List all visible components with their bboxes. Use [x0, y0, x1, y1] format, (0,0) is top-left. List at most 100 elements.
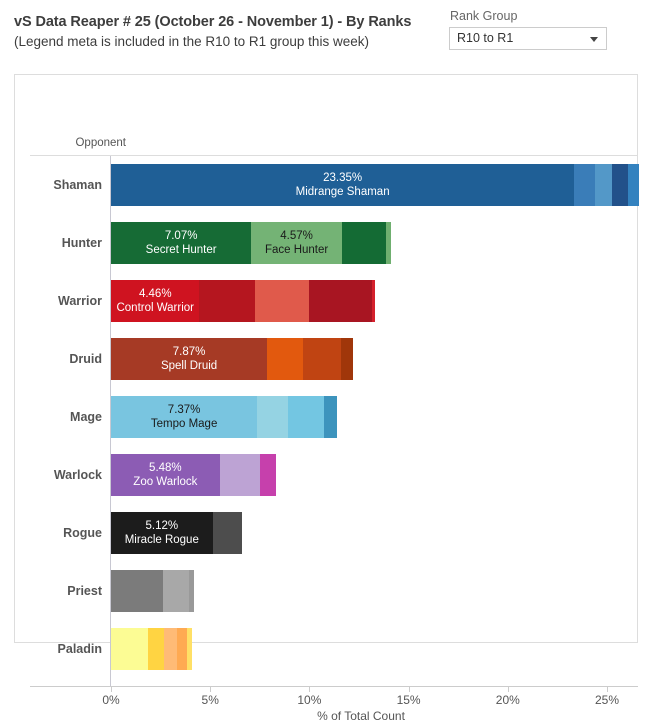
rank-group-label: Rank Group	[450, 9, 518, 23]
stacked-bar: 7.37% Tempo Mage	[111, 396, 338, 438]
row-label-priest: Priest	[67, 584, 102, 598]
x-tick-mark	[210, 687, 212, 692]
bar-segment[interactable]	[287, 396, 324, 438]
segment-percent: 5.48%	[149, 462, 182, 474]
bar-row: Mage 7.37% Tempo Mage	[15, 388, 652, 446]
bar-segment[interactable]	[611, 164, 628, 206]
bar-segment[interactable]	[257, 396, 288, 438]
bar-segment[interactable]	[267, 338, 303, 380]
bar-rows: Shaman 23.35% Midrange Shaman Hunter 7.07% Se…	[15, 156, 652, 678]
segment-name: Tempo Mage	[150, 418, 218, 430]
stacked-bar: 7.87% Spell Druid	[111, 338, 354, 380]
chart-title-block: vS Data Reaper # 25 (October 26 - Novemb…	[14, 12, 494, 51]
x-tick-label: 15%	[396, 693, 421, 707]
segment-percent: 4.46%	[138, 288, 172, 300]
segment-name: Zoo Warlock	[133, 476, 198, 488]
bar-segment[interactable]	[163, 628, 178, 670]
bar-segment[interactable]	[302, 338, 341, 380]
row-label-rogue: Rogue	[63, 526, 102, 540]
bar-segment-secret-hunter[interactable]: 7.07% Secret Hunter	[111, 222, 252, 264]
segment-percent: 4.57%	[280, 230, 313, 242]
row-label-warrior: Warrior	[58, 294, 102, 308]
bar-segment[interactable]	[255, 280, 309, 322]
stacked-bar: 4.46% Control Warrior	[111, 280, 375, 322]
bar-segment[interactable]	[187, 628, 193, 670]
segment-percent: 7.87%	[172, 346, 206, 358]
stacked-bar	[111, 570, 195, 612]
x-axis-title: % of Total Count	[317, 709, 405, 723]
bar-segment-zoo-warlock[interactable]: 5.48% Zoo Warlock	[111, 454, 220, 496]
bar-row: Paladin	[15, 620, 652, 678]
bar-segment[interactable]	[177, 628, 188, 670]
page-title: vS Data Reaper # 25 (October 26 - Novemb…	[14, 14, 412, 30]
stacked-bar: 7.07% Secret Hunter 4.57% Face Hunter	[111, 222, 391, 264]
segment-percent: 5.12%	[145, 520, 179, 532]
bar-segment[interactable]	[212, 512, 242, 554]
bar-row: Priest	[15, 562, 652, 620]
row-label-warlock: Warlock	[53, 468, 102, 482]
chart-app: vS Data Reaper # 25 (October 26 - Novemb…	[0, 0, 652, 723]
bar-segment-face-hunter[interactable]: 4.57% Face Hunter	[251, 222, 342, 264]
x-tick-mark	[607, 687, 608, 692]
bar-segment[interactable]	[341, 222, 386, 264]
segment-percent: 23.35%	[323, 172, 363, 184]
segment-name: Face Hunter	[264, 244, 329, 256]
row-label-druid: Druid	[69, 352, 102, 366]
row-label-hunter: Hunter	[61, 236, 102, 250]
x-axis-ticks: 0% 5% 10% 15% 20% 25%	[15, 687, 652, 711]
bar-segment[interactable]	[308, 280, 373, 322]
bar-segment-control-warrior[interactable]: 4.46% Control Warrior	[111, 280, 200, 322]
bar-segment[interactable]	[147, 628, 164, 670]
bar-segment[interactable]	[219, 454, 261, 496]
bar-segment[interactable]	[372, 280, 375, 322]
segment-label: 4.57% Face Hunter	[251, 229, 342, 257]
x-tick-label: 5%	[201, 693, 219, 707]
segment-label: 5.48% Zoo Warlock	[111, 461, 220, 489]
segment-label: 4.46% Control Warrior	[111, 287, 199, 315]
bar-segment[interactable]	[199, 280, 256, 322]
x-tick-label: 10%	[297, 693, 322, 707]
row-label-shaman: Shaman	[53, 178, 102, 192]
segment-percent: 7.07%	[164, 230, 198, 242]
stacked-bar	[111, 628, 193, 670]
bar-row: Hunter 7.07% Secret Hunter 4.57% Face Hunter	[15, 214, 652, 272]
y-axis-title: Opponent	[75, 137, 126, 149]
chart-panel: Opponent Shaman 23.35% Midrange Shaman Hunt…	[14, 74, 639, 723]
bar-segment[interactable]	[111, 570, 163, 612]
row-label-mage: Mage	[70, 410, 102, 424]
x-tick-label: 25%	[594, 693, 620, 707]
x-tick-mark	[408, 687, 410, 692]
segment-name: Spell Druid	[160, 360, 218, 372]
segment-name: Midrange Shaman	[295, 186, 390, 198]
bar-segment[interactable]	[323, 396, 338, 438]
segment-name: Secret Hunter	[145, 244, 217, 256]
bar-segment[interactable]	[385, 222, 391, 264]
bar-segment-miracle-rogue[interactable]: 5.12% Miracle Rogue	[111, 512, 213, 554]
bar-segment[interactable]	[627, 164, 639, 206]
rank-group-control: Rank Group R10 to R1	[449, 8, 609, 50]
bar-row: Rogue 5.12% Miracle Rogue	[15, 504, 652, 562]
segment-label: 23.35% Midrange Shaman	[111, 171, 574, 199]
page-subtitle: (Legend meta is included in the R10 to R…	[14, 34, 369, 49]
segment-name: Miracle Rogue	[124, 534, 199, 546]
x-tick-mark	[111, 687, 112, 692]
bar-segment[interactable]	[162, 570, 189, 612]
bar-segment-tempo-mage[interactable]: 7.37% Tempo Mage	[111, 396, 258, 438]
bar-segment[interactable]	[595, 164, 612, 206]
rank-group-select[interactable]: R10 to R1	[449, 27, 607, 50]
stacked-bar: 5.48% Zoo Warlock	[111, 454, 276, 496]
bar-segment[interactable]	[111, 628, 148, 670]
bar-row: Druid 7.87% Spell Druid	[15, 330, 652, 388]
segment-label: 5.12% Miracle Rogue	[111, 519, 213, 547]
stacked-bar: 23.35% Midrange Shaman	[111, 164, 639, 206]
bar-segment-midrange-shaman[interactable]: 23.35% Midrange Shaman	[111, 164, 575, 206]
chevron-down-icon	[590, 37, 598, 42]
bar-segment[interactable]	[340, 338, 354, 380]
bar-segment-spell-druid[interactable]: 7.87% Spell Druid	[111, 338, 268, 380]
page-header: vS Data Reaper # 25 (October 26 - Novemb…	[0, 0, 652, 60]
bar-segment[interactable]	[188, 570, 195, 612]
bar-segment[interactable]	[574, 164, 596, 206]
segment-name: Control Warrior	[116, 302, 194, 314]
bar-segment[interactable]	[260, 454, 276, 496]
segment-label: 7.37% Tempo Mage	[111, 403, 257, 431]
